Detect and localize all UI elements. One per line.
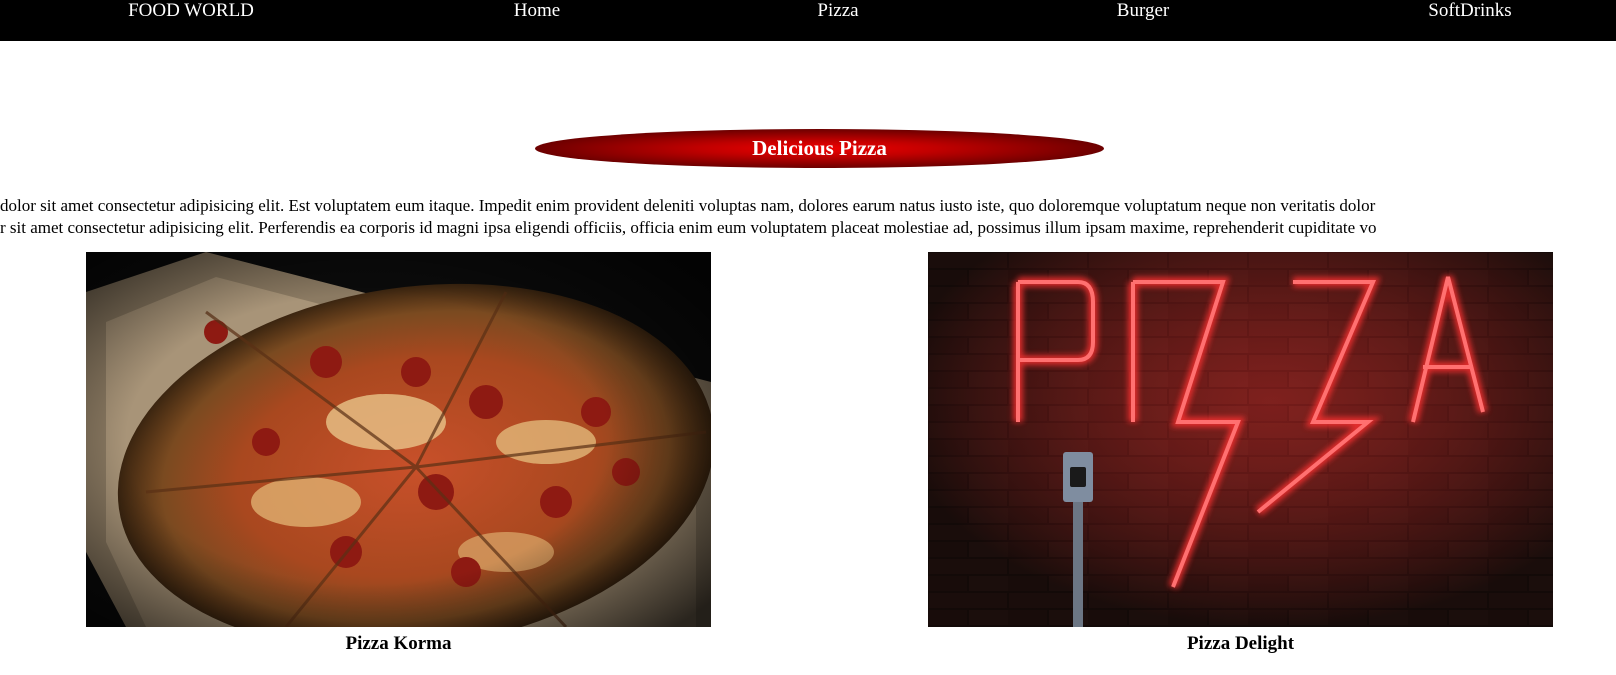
intro-paragraph-1: dolor sit amet consectetur adipisicing e… bbox=[0, 195, 1616, 217]
pizza-delight-image bbox=[928, 252, 1553, 627]
nav-link-burger[interactable]: Burger bbox=[1117, 0, 1169, 22]
pizza-korma-image bbox=[86, 252, 711, 627]
neon-pizza-sign-icon bbox=[928, 252, 1553, 627]
section-title: Delicious Pizza bbox=[752, 136, 887, 160]
nav-link-home[interactable]: Home bbox=[514, 0, 560, 22]
brand-logo-link[interactable]: FOOD WORLD bbox=[128, 0, 254, 22]
paragraph-text-2: r sit amet consectetur adipisicing elit.… bbox=[0, 218, 1377, 237]
paragraph-text-1: dolor sit amet consectetur adipisicing e… bbox=[0, 196, 1376, 215]
intro-paragraph-2: r sit amet consectetur adipisicing elit.… bbox=[0, 217, 1616, 239]
pizza-photo-icon bbox=[86, 252, 711, 627]
pizza-korma-caption: Pizza Korma bbox=[345, 633, 452, 654]
section-heading-banner: Delicious Pizza bbox=[535, 129, 1104, 168]
pizza-delight-caption: Pizza Delight bbox=[1186, 633, 1295, 654]
nav-link-pizza[interactable]: Pizza bbox=[817, 0, 858, 22]
top-navbar: FOOD WORLD Home Pizza Burger SoftDrinks bbox=[0, 0, 1616, 41]
nav-link-softdrinks[interactable]: SoftDrinks bbox=[1428, 0, 1511, 22]
